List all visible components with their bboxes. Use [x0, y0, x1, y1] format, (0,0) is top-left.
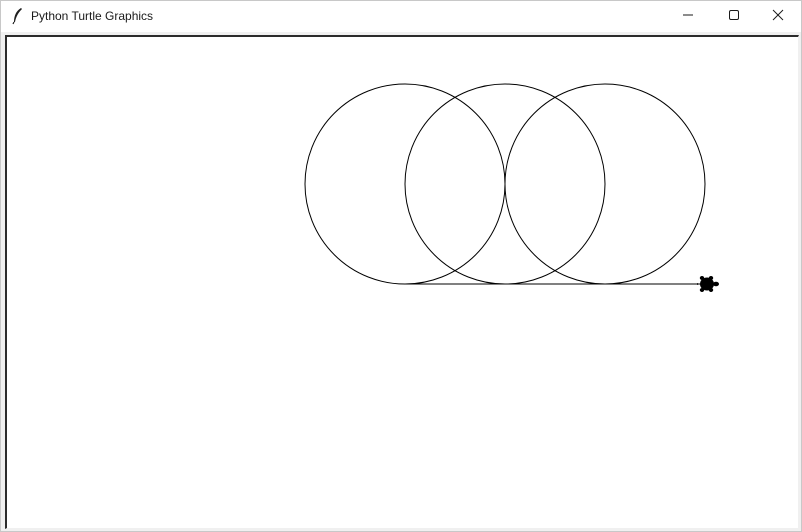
- close-button[interactable]: [755, 1, 801, 32]
- maximize-button[interactable]: [711, 1, 757, 32]
- turtle-canvas[interactable]: [7, 37, 798, 528]
- maximize-icon: [728, 8, 740, 26]
- feather-icon: [10, 7, 26, 25]
- turtle-window: Python Turtle Graphics: [0, 0, 802, 532]
- minimize-button[interactable]: [665, 1, 711, 32]
- minimize-icon: [682, 8, 694, 26]
- window-title: Python Turtle Graphics: [31, 9, 154, 23]
- close-icon: [772, 8, 784, 26]
- turtle-canvas-frame: [5, 35, 799, 529]
- turtle-icon: [697, 276, 719, 292]
- title-bar[interactable]: Python Turtle Graphics: [1, 1, 801, 32]
